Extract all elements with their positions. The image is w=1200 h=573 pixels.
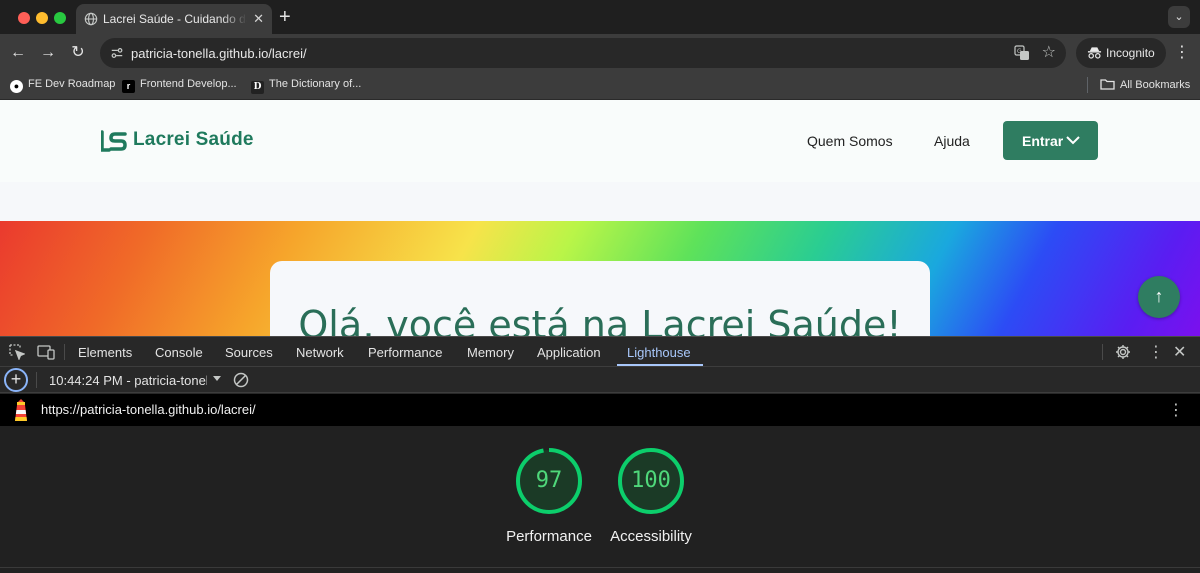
page-viewport: Lacrei Saúde Quem Somos Ajuda Entrar Olá… [0, 100, 1200, 336]
lighthouse-report-url[interactable]: https://patricia-tonella.github.io/lacre… [41, 402, 256, 417]
close-devtools-icon[interactable]: ✕ [1173, 342, 1186, 362]
site-logo-text[interactable]: Lacrei Saúde [133, 129, 254, 151]
close-window-button[interactable] [18, 12, 30, 24]
lighthouse-toolbar: + 10:44:24 PM - patricia-tonella.github.… [0, 367, 1200, 393]
report-select[interactable]: 10:44:24 PM - patricia-tonella.github.io [49, 373, 207, 388]
active-tab-indicator [617, 364, 703, 366]
hero-banner: Olá, você está na Lacrei Saúde! ↑ [0, 221, 1200, 336]
site-header: Lacrei Saúde Quem Somos Ajuda Entrar [0, 100, 1200, 182]
inspect-element-icon[interactable] [9, 344, 25, 360]
bookmark-frontend-developer[interactable]: r Frontend Develop... [122, 78, 237, 93]
incognito-label: Incognito [1106, 46, 1155, 60]
browser-menu-icon[interactable]: ⋮ [1174, 42, 1190, 62]
performance-score: 97 [535, 468, 563, 493]
all-bookmarks-button[interactable]: All Bookmarks [1100, 78, 1190, 91]
nav-ajuda[interactable]: Ajuda [934, 133, 970, 149]
forward-arrow-icon[interactable]: → [37, 42, 59, 64]
chevron-down-icon [1066, 136, 1080, 145]
accessibility-label: Accessibility [610, 528, 692, 545]
toolbar-divider [36, 372, 37, 388]
login-button[interactable]: Entrar [1003, 121, 1098, 160]
toolbar-divider [64, 344, 65, 360]
lighthouse-url-bar: https://patricia-tonella.github.io/lacre… [0, 394, 1200, 426]
device-toolbar-icon[interactable] [37, 344, 55, 360]
tab-memory[interactable]: Memory [467, 345, 514, 360]
devtools-tab-bar: Elements Console Sources Network Perform… [0, 337, 1200, 367]
hero-card: Olá, você está na Lacrei Saúde! [270, 261, 930, 336]
login-button-label: Entrar [1022, 133, 1064, 149]
bookmarks-bar: ● FE Dev Roadmap r Frontend Develop... D Th… [0, 72, 1200, 100]
incognito-indicator[interactable]: Incognito [1076, 38, 1166, 68]
bookmark-fe-dev-roadmap[interactable]: ● FE Dev Roadmap [10, 78, 115, 93]
new-tab-button[interactable]: + [279, 6, 291, 29]
hero-title: Olá, você está na Lacrei Saúde! [298, 303, 902, 336]
report-divider [0, 567, 1200, 568]
devtools-more-icon[interactable]: ⋮ [1148, 342, 1164, 362]
tab-title: Lacrei Saúde - Cuidando da saúde [103, 12, 247, 26]
new-report-plus-icon[interactable]: + [4, 368, 28, 392]
dictionary-icon: D [251, 81, 264, 94]
roadmap-icon: r [122, 80, 135, 93]
bookmark-label: FE Dev Roadmap [28, 78, 116, 90]
lighthouse-logo-icon [15, 399, 27, 421]
tab-application[interactable]: Application [537, 345, 601, 360]
tab-console[interactable]: Console [155, 345, 203, 360]
nav-quem-somos[interactable]: Quem Somos [807, 133, 893, 149]
back-arrow-icon[interactable]: ← [7, 42, 29, 64]
lighthouse-report: 97 Performance 100 Accessibility [0, 426, 1200, 573]
bookmark-star-icon[interactable]: ☆ [1042, 42, 1056, 62]
clear-reports-icon[interactable] [233, 372, 249, 388]
address-bar[interactable]: patricia-tonella.github.io/lacrei/ G ☆ [100, 38, 1066, 68]
tab-search-button[interactable]: ⌄ [1168, 6, 1190, 28]
tab-strip: Lacrei Saúde - Cuidando da saúde ✕ + ⌄ [0, 0, 1200, 34]
site-info-icon[interactable] [110, 46, 124, 60]
minimize-window-button[interactable] [36, 12, 48, 24]
tab-performance[interactable]: Performance [368, 345, 442, 360]
globe-icon [84, 12, 98, 26]
incognito-icon [1087, 47, 1102, 59]
tab-close-icon[interactable]: ✕ [253, 11, 264, 27]
tab-elements[interactable]: Elements [78, 345, 132, 360]
devtools-panel: Elements Console Sources Network Perform… [0, 336, 1200, 573]
github-icon: ● [10, 80, 23, 93]
tab-network[interactable]: Network [296, 345, 344, 360]
lacrei-logo-icon[interactable] [101, 130, 127, 152]
tab-sources[interactable]: Sources [225, 345, 273, 360]
translate-icon[interactable]: G [1014, 45, 1030, 61]
settings-gear-icon[interactable] [1115, 344, 1131, 360]
accessibility-score: 100 [631, 468, 671, 493]
all-bookmarks-label: All Bookmarks [1120, 79, 1191, 91]
svg-text:G: G [1017, 48, 1022, 55]
toolbar-divider [1102, 344, 1103, 360]
reload-icon[interactable]: ↻ [67, 42, 89, 64]
dropdown-caret-icon[interactable] [213, 376, 221, 381]
maximize-window-button[interactable] [54, 12, 66, 24]
bookmark-dictionary[interactable]: D The Dictionary of... [251, 78, 361, 94]
url-text: patricia-tonella.github.io/lacrei/ [131, 46, 307, 61]
bookmark-label: The Dictionary of... [269, 78, 362, 90]
tab-lighthouse[interactable]: Lighthouse [627, 345, 691, 360]
browser-toolbar: ← → ↻ patricia-tonella.github.io/lacrei/… [0, 34, 1200, 72]
scroll-to-top-button[interactable]: ↑ [1138, 276, 1180, 318]
bookmarks-separator [1087, 77, 1088, 93]
browser-tab[interactable]: Lacrei Saúde - Cuidando da saúde ✕ [76, 4, 272, 34]
bookmark-label: Frontend Develop... [140, 78, 237, 90]
folder-icon [1100, 79, 1115, 90]
report-menu-icon[interactable]: ⋮ [1168, 400, 1184, 420]
